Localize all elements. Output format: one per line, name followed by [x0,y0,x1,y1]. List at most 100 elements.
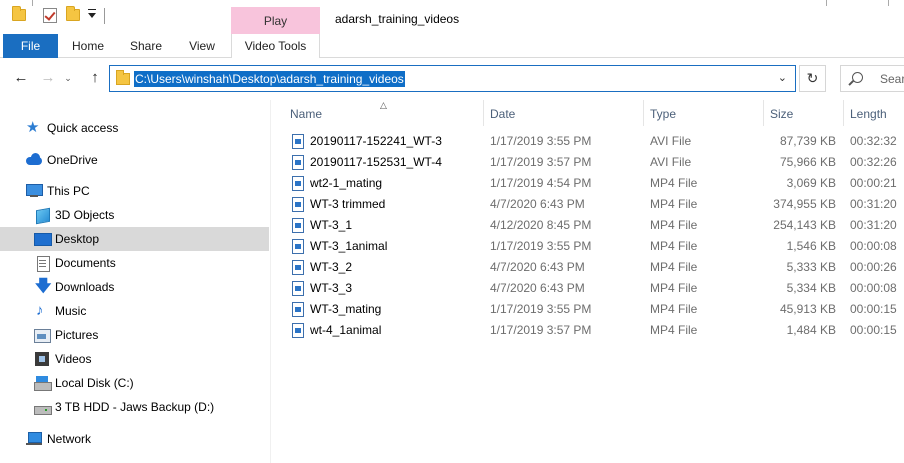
file-length: 00:00:15 [850,323,897,337]
cloud-icon [26,153,42,167]
file-size: 45,913 KB [779,302,836,316]
sidebar-item-onedrive[interactable]: OneDrive [0,148,269,172]
file-size: 254,143 KB [773,218,836,232]
file-list: △ Name Date Type Size Length 20190117-15… [275,100,904,463]
file-size: 1,484 KB [786,323,836,337]
tab-view[interactable]: View [178,34,226,58]
properties-icon[interactable] [43,8,57,23]
address-bar[interactable]: C:\Users\winshah\Desktop\adarsh_training… [109,65,796,92]
table-row[interactable]: WT-3_mating 1/17/2019 3:55 PM MP4 File 4… [288,299,904,320]
column-header-name[interactable]: Name [285,103,483,126]
tab-share[interactable]: Share [120,34,172,58]
file-length: 00:00:15 [850,302,897,316]
sidebar-item-network[interactable]: Network [0,427,269,451]
recent-locations-icon[interactable]: ⌄ [63,68,73,88]
file-date: 4/7/2020 6:43 PM [490,197,585,211]
music-icon: ♪ [36,302,44,319]
search-box[interactable]: Sear [840,65,904,92]
customize-toolbar-icon[interactable] [88,9,96,18]
file-date: 1/17/2019 3:55 PM [490,302,592,316]
star-icon: ★ [26,119,40,136]
file-length: 00:00:08 [850,281,897,295]
sidebar-item-label: OneDrive [47,153,98,167]
refresh-button[interactable]: ↻ [799,65,826,92]
sidebar-item-documents[interactable]: Documents [0,251,269,275]
file-size: 75,966 KB [779,155,836,169]
column-separator[interactable] [643,100,644,126]
table-row[interactable]: wt2-1_mating 1/17/2019 4:54 PM MP4 File … [288,173,904,194]
file-length: 00:31:20 [850,197,897,211]
up-arrow-icon[interactable]: ↑ [85,68,105,88]
column-separator[interactable] [763,100,764,126]
video-icon [34,352,50,366]
table-row[interactable]: wt-4_1animal 1/17/2019 3:57 PM MP4 File … [288,320,904,341]
table-row[interactable]: WT-3_3 4/7/2020 6:43 PM MP4 File 5,334 K… [288,278,904,299]
new-folder-icon[interactable] [66,6,80,21]
sidebar-item-3d-objects[interactable]: 3D Objects [0,203,269,227]
table-row[interactable]: 20190117-152241_WT-3 1/17/2019 3:55 PM A… [288,131,904,152]
pictures-icon [34,328,51,343]
table-row[interactable]: WT-3_2 4/7/2020 6:43 PM MP4 File 5,333 K… [288,257,904,278]
sidebar-item-pictures[interactable]: Pictures [0,323,269,347]
address-path[interactable]: C:\Users\winshah\Desktop\adarsh_training… [134,71,405,87]
sidebar-item-downloads[interactable]: 🡇 Downloads [0,275,269,299]
file-type: MP4 File [650,218,698,232]
forward-arrow-icon[interactable]: → [38,68,58,88]
context-tab-play[interactable]: Play [231,7,320,36]
table-row[interactable]: WT-3_1animal 1/17/2019 3:55 PM MP4 File … [288,236,904,257]
table-row[interactable]: WT-3_1 4/12/2020 8:45 PM MP4 File 254,14… [288,215,904,236]
column-header-length[interactable]: Length [845,103,904,126]
sidebar-item-quick-access[interactable]: ★ Quick access [0,116,269,140]
table-row[interactable]: 20190117-152531_WT-4 1/17/2019 3:57 PM A… [288,152,904,173]
sidebar-item-label: Network [47,432,92,446]
sidebar-item-videos[interactable]: Videos [0,347,269,371]
sidebar-item-label: Local Disk (C:) [55,376,134,390]
column-header-date[interactable]: Date [485,103,643,126]
video-file-icon [292,260,304,275]
file-type: MP4 File [650,239,698,253]
file-name: 20190117-152241_WT-3 [310,134,442,148]
sidebar-item-label: Documents [55,256,116,270]
sidebar-item-desktop[interactable]: Desktop [0,227,269,251]
disk-icon [34,376,52,391]
search-icon [852,72,863,83]
file-size: 87,739 KB [779,134,836,148]
tab-home[interactable]: Home [62,34,114,58]
file-name: wt-4_1animal [310,323,382,337]
file-type: AVI File [650,134,692,148]
column-separator[interactable] [483,100,484,126]
column-header-type[interactable]: Type [645,103,763,126]
sidebar-item-local-disk[interactable]: Local Disk (C:) [0,371,269,395]
back-arrow-icon[interactable]: ← [11,68,31,88]
file-date: 4/12/2020 8:45 PM [490,218,592,232]
tab-file[interactable]: File [3,34,58,58]
file-name: 20190117-152531_WT-4 [310,155,442,169]
desktop-icon [34,232,52,246]
video-file-icon [292,197,304,212]
tab-video-tools[interactable]: Video Tools [231,34,320,58]
folder-icon[interactable] [12,6,26,21]
column-header-size[interactable]: Size [765,103,843,126]
sidebar-item-label: Quick access [47,121,119,135]
file-length: 00:32:26 [850,155,897,169]
sidebar-item-this-pc[interactable]: This PC [0,179,269,203]
file-size: 5,333 KB [786,260,836,274]
cube-icon [34,208,50,222]
pane-divider[interactable] [270,100,271,463]
file-size: 5,334 KB [786,281,836,295]
file-name: WT-3_1 [310,218,353,232]
sidebar-item-label: 3D Objects [55,208,115,222]
video-file-icon [292,176,304,191]
sidebar-item-music[interactable]: ♪ Music [0,299,269,323]
column-separator[interactable] [843,100,844,126]
video-file-icon [292,323,304,338]
file-size: 374,955 KB [773,197,836,211]
title-mark [888,0,889,6]
sidebar-item-hdd-backup[interactable]: 3 TB HDD - Jaws Backup (D:) [0,395,269,419]
file-name: wt2-1_mating [310,176,383,190]
file-size: 3,069 KB [786,176,836,190]
chevron-down-icon[interactable]: ⌄ [778,71,787,84]
file-date: 1/17/2019 4:54 PM [490,176,592,190]
table-row[interactable]: WT-3 trimmed 4/7/2020 6:43 PM MP4 File 3… [288,194,904,215]
video-file-icon [292,281,304,296]
